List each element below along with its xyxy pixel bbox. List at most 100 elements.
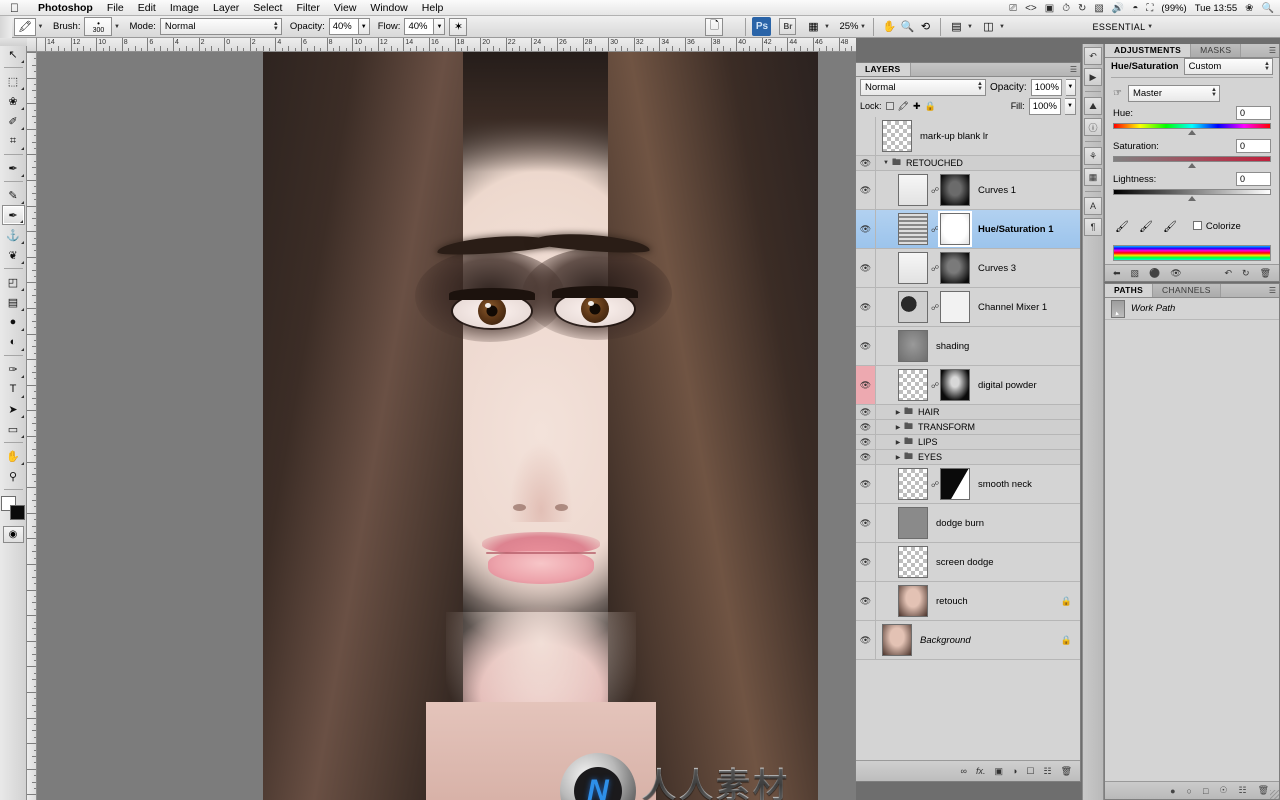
chevron-right-icon[interactable]: ▶ [892, 409, 904, 416]
layer-row[interactable]: 👁 ☍ Curves 1 [856, 171, 1080, 210]
eraser-tool-icon[interactable]: ◰ [2, 272, 25, 292]
path-selection-tool-icon[interactable]: ➤ [2, 399, 25, 419]
resize-grabber[interactable] [1270, 790, 1279, 799]
layer-row[interactable]: 👁 dodge burn [856, 504, 1080, 543]
rotate-view-icon[interactable]: ⟲ [916, 18, 934, 36]
lightness-slider-track[interactable] [1113, 189, 1271, 201]
layer-mask-thumbnail[interactable] [940, 252, 970, 284]
layer-visibility-toggle[interactable]: 👁 [856, 465, 876, 503]
layer-thumbnail[interactable] [898, 468, 928, 500]
wifi-icon[interactable]: ◓ [1132, 3, 1138, 14]
gradient-tool-icon[interactable]: ▤ [2, 292, 25, 312]
layer-visibility-toggle[interactable]: 👁 [856, 450, 876, 464]
flow-chevron-down-icon[interactable]: ▼ [434, 18, 446, 35]
layer-visibility-toggle[interactable]: 👁 [856, 543, 876, 581]
layer-opacity-chevron-down-icon[interactable]: ▼ [1065, 78, 1076, 96]
hand-tool-icon[interactable]: ✋ [880, 18, 898, 36]
layer-group-row[interactable]: 👁 ▶ 🖿 TRANSFORM [856, 420, 1080, 435]
menu-item-file[interactable]: File [100, 0, 131, 16]
layer-group-row[interactable]: 👁 ▶ 🖿 EYES [856, 450, 1080, 465]
layer-row[interactable]: 👁 ☍ digital powder [856, 366, 1080, 405]
layer-visibility-toggle[interactable]: 👁 [856, 327, 876, 365]
time-machine-icon[interactable]: ⏱ [1062, 3, 1070, 14]
search-icon[interactable]: 🔍 [1262, 3, 1274, 14]
mask-link-icon[interactable]: ☍ [931, 381, 939, 390]
layer-visibility-toggle[interactable]: 👁 [856, 156, 876, 170]
eyedropper-add-icon[interactable]: 🖌 [1139, 220, 1153, 233]
hue-slider-track[interactable] [1113, 123, 1271, 135]
clip-to-layer-icon[interactable]: ▧ [1131, 268, 1140, 279]
mask-link-icon[interactable]: ☍ [931, 480, 939, 489]
quick-selection-tool-icon[interactable]: ✐ [2, 111, 25, 131]
zoom-tool-icon[interactable]: 🔍 [898, 18, 916, 36]
brush-tool-icon[interactable]: ✒ [1, 205, 25, 225]
layer-row[interactable]: 👁 ☍ Channel Mixer 1 [856, 288, 1080, 327]
lightness-value[interactable]: 0 [1236, 172, 1271, 186]
spot-healing-brush-tool-icon[interactable]: ✎ [2, 185, 25, 205]
layer-thumbnail[interactable] [898, 174, 928, 206]
blend-mode-select[interactable]: Normal ▲ ▼ [159, 18, 282, 35]
rectangle-tool-icon[interactable]: ▭ [2, 419, 25, 439]
marquee-tool-icon[interactable]: ⬚ [2, 71, 25, 91]
zoom-level-value[interactable]: 25% [839, 21, 858, 32]
mini-bridge-chevron-down-icon[interactable]: ▼ [822, 18, 831, 36]
layer-visibility-toggle[interactable]: 👁 [856, 405, 876, 419]
menu-item-photoshop[interactable]: Photoshop [31, 0, 100, 16]
menu-item-view[interactable]: View [327, 0, 364, 16]
undo-icon[interactable]: ↻ [1242, 268, 1250, 279]
opacity-input[interactable]: 40% [328, 18, 359, 35]
layer-group-row[interactable]: 👁 ▶ 🖿 HAIR [856, 405, 1080, 420]
new-path-icon[interactable]: ☷ [1238, 785, 1246, 796]
move-tool-icon[interactable]: ↖ [2, 44, 25, 64]
layer-visibility-toggle[interactable]: 👁 [856, 504, 876, 542]
menu-item-layer[interactable]: Layer [206, 0, 246, 16]
layer-visibility-toggle[interactable]: 👁 [856, 288, 876, 326]
saturation-slider-knob[interactable] [1188, 163, 1196, 168]
tab-channels[interactable]: CHANNELS [1153, 284, 1221, 297]
adjustment-layer-icon[interactable]: ◑ [1012, 766, 1017, 776]
lock-transparent-icon[interactable] [885, 102, 894, 110]
layer-visibility-toggle[interactable]: 👁 [856, 210, 876, 248]
layer-visibility-toggle[interactable]: 👁 [856, 582, 876, 620]
layer-thumbnail[interactable] [898, 213, 928, 245]
vertical-ruler[interactable] [27, 52, 37, 800]
eyedropper-icon[interactable]: 🖌 [1115, 220, 1129, 233]
hand-tool-icon[interactable]: ✋ [2, 446, 25, 466]
return-icon[interactable]: ⬅ [1113, 268, 1121, 279]
canvas-area[interactable]: N 人人素材 www.rr-sc.com [37, 52, 856, 800]
options-bar-grip[interactable] [0, 15, 12, 38]
saturation-slider-track[interactable] [1113, 156, 1271, 168]
layer-mask-thumbnail[interactable] [940, 213, 970, 245]
layer-fill-input[interactable]: 100% [1028, 97, 1061, 115]
adjustment-channel-select[interactable]: Master ▲ ▼ [1127, 84, 1220, 102]
panel-toggle-icon[interactable]: 🗋 [705, 17, 724, 36]
layer-group-row[interactable]: 👁 ▶ 🖿 LIPS [856, 435, 1080, 450]
code-icon[interactable]: <> [1025, 3, 1037, 14]
screen-record-icon[interactable]: ⎚ [1009, 3, 1017, 14]
apple-logo-icon[interactable]:  [10, 2, 19, 14]
layer-mask-icon[interactable]: ▣ [994, 766, 1003, 777]
character-icon[interactable]: A [1084, 197, 1102, 215]
layer-visibility-toggle[interactable]: 👁 [856, 435, 876, 449]
photoshop-badge-icon[interactable]: Ps [752, 17, 772, 36]
lightness-slider-knob[interactable] [1188, 196, 1196, 201]
layer-visibility-toggle[interactable]: 👁 [856, 366, 876, 404]
opacity-chevron-down-icon[interactable]: ▼ [358, 18, 370, 35]
hue-slider-knob[interactable] [1188, 130, 1196, 135]
workspace-chevron-down-icon[interactable]: ▼ [1146, 18, 1155, 36]
mask-link-icon[interactable]: ☍ [931, 225, 939, 234]
ruler-corner[interactable] [27, 38, 37, 52]
airbrush-icon[interactable]: ✶ [449, 17, 468, 36]
layer-fill-chevron-down-icon[interactable]: ▼ [1065, 97, 1076, 115]
toggle-visibility-icon[interactable]: ⚫ [1149, 268, 1160, 279]
menu-item-select[interactable]: Select [246, 0, 289, 16]
make-work-path-icon[interactable]: ☉ [1219, 785, 1227, 796]
quick-mask-icon[interactable]: ◉ [2, 526, 24, 543]
info-icon[interactable]: ⓘ [1084, 118, 1102, 136]
mask-link-icon[interactable]: ☍ [931, 186, 939, 195]
new-layer-icon[interactable]: ☷ [1043, 766, 1051, 777]
tab-masks[interactable]: MASKS [1191, 44, 1242, 57]
document-image[interactable]: N 人人素材 www.rr-sc.com [263, 52, 818, 800]
dodge-tool-icon[interactable]: ◐ [2, 332, 25, 352]
tab-paths[interactable]: PATHS [1105, 284, 1154, 297]
